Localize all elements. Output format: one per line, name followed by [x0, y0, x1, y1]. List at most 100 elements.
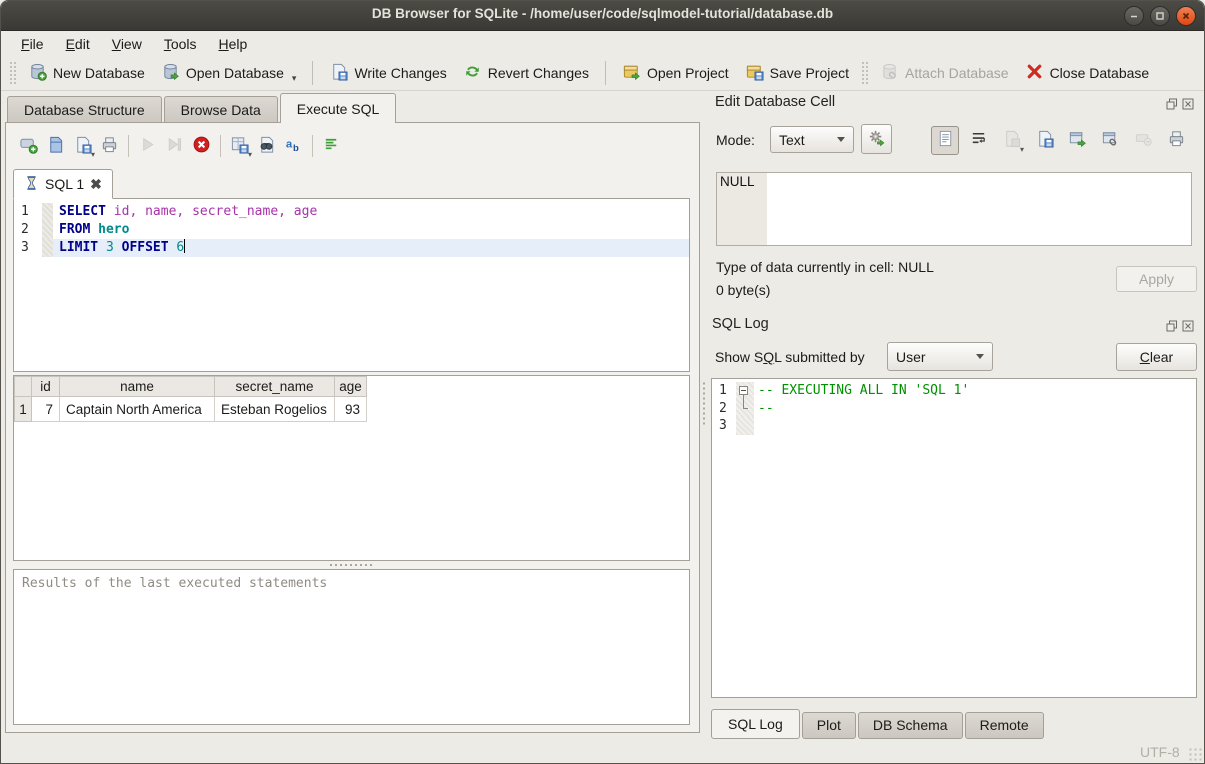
resize-grip[interactable]	[1188, 747, 1202, 761]
export-file-button[interactable]	[1030, 126, 1058, 155]
copy-link-button[interactable]	[1096, 126, 1124, 155]
column-header-id[interactable]: id	[32, 377, 60, 397]
sql-tab-close-icon[interactable]: ✖	[90, 176, 102, 193]
close-panel-icon[interactable]	[1182, 319, 1194, 335]
editor-line[interactable]: 3LIMIT 3 OFFSET 6	[14, 239, 689, 257]
word-wrap-button[interactable]	[964, 126, 992, 155]
sql-log-title: SQL Log	[712, 316, 769, 332]
editor-line[interactable]: 1SELECT id, name, secret_name, age	[14, 203, 689, 221]
minimize-button[interactable]	[1124, 6, 1144, 26]
revert-changes-icon	[463, 62, 482, 84]
save-sql-file-button[interactable]: ▾	[69, 133, 96, 160]
cell-editor-area[interactable]: NULL	[716, 172, 1192, 246]
dropdown-arrow-icon[interactable]: ▾	[292, 73, 297, 84]
dock-tab-remote[interactable]: Remote	[965, 712, 1044, 739]
toolbar-separator	[312, 135, 313, 157]
vertical-splitter[interactable]	[702, 381, 707, 425]
sql-code-editor[interactable]: 1SELECT id, name, secret_name, age2FROM …	[13, 198, 690, 372]
dropdown-arrow-icon[interactable]: ▾	[91, 150, 95, 159]
column-header-name[interactable]: name	[60, 377, 215, 397]
table-cell[interactable]: Esteban Rogelios	[215, 397, 335, 422]
horizontal-splitter[interactable]	[329, 562, 373, 567]
editor-line[interactable]: 2FROM hero	[14, 221, 689, 239]
titlebar[interactable]: DB Browser for SQLite - /home/user/code/…	[1, 1, 1204, 31]
text-mode-button[interactable]	[931, 126, 959, 155]
gear-apply-icon	[867, 128, 886, 150]
sql-log-dock-controls	[1166, 319, 1194, 335]
toolbar-separator	[128, 135, 129, 157]
new-database-button[interactable]: New Database	[20, 58, 153, 88]
open-external-icon	[1068, 129, 1087, 151]
sql-document-tab[interactable]: SQL 1 ✖	[13, 169, 113, 199]
dropdown-arrow-icon[interactable]: ▾	[248, 150, 252, 159]
table-header-row: idnamesecret_nameage	[15, 377, 367, 397]
close-database-button[interactable]: Close Database	[1017, 58, 1158, 88]
tab-execute-sql[interactable]: Execute SQL	[280, 93, 397, 123]
autocomplete-button[interactable]: ab	[280, 133, 307, 160]
open-project-button[interactable]: Open Project	[614, 58, 737, 88]
clear-log-button[interactable]: Clear	[1116, 343, 1197, 371]
tab-database-structure[interactable]: Database Structure	[7, 96, 162, 123]
find-replace-button[interactable]	[253, 133, 280, 160]
fold-margin	[42, 203, 53, 221]
save-project-button[interactable]: Save Project	[737, 58, 857, 88]
stop-execution-button[interactable]	[188, 133, 215, 160]
log-line[interactable]: 2--	[712, 400, 1196, 418]
menu-edit[interactable]: Edit	[56, 34, 100, 54]
table-cell[interactable]: 93	[335, 397, 367, 422]
mode-select[interactable]: Text	[770, 126, 854, 153]
collapse-icon[interactable]	[739, 386, 748, 395]
new-database-icon	[28, 62, 47, 84]
auto-apply-button[interactable]	[861, 124, 892, 154]
open-external-button[interactable]	[1063, 126, 1091, 155]
table-cell[interactable]: Captain North America	[60, 397, 215, 422]
menu-tools[interactable]: Tools	[154, 34, 207, 54]
toolbar-grip[interactable]	[861, 61, 868, 85]
toolbar-button-label: Attach Database	[905, 65, 1009, 81]
results-message-pane[interactable]: Results of the last executed statements	[13, 569, 690, 725]
tab-browse-data[interactable]: Browse Data	[164, 96, 278, 123]
results-table: idnamesecret_nameage17Captain North Amer…	[13, 375, 690, 561]
maximize-button[interactable]	[1150, 6, 1170, 26]
save-results-button[interactable]: ▾	[226, 133, 253, 160]
float-panel-icon[interactable]	[1166, 319, 1178, 335]
revert-changes-button[interactable]: Revert Changes	[455, 58, 597, 88]
open-database-button[interactable]: Open Database▾	[153, 58, 305, 88]
open-database-icon	[161, 62, 180, 84]
close-database-icon	[1025, 62, 1044, 84]
open-sql-file-button[interactable]	[42, 133, 69, 160]
table-row[interactable]: 17Captain North AmericaEsteban Rogelios9…	[15, 397, 367, 422]
log-filter-select[interactable]: User	[887, 342, 993, 371]
format-sql-button[interactable]	[318, 133, 345, 160]
table-cell[interactable]: 7	[32, 397, 60, 422]
toolbar-grip[interactable]	[9, 61, 16, 85]
cell-type-info: Type of data currently in cell: NULL	[716, 259, 934, 275]
log-line[interactable]: 1-- EXECUTING ALL IN 'SQL 1'	[712, 382, 1196, 400]
float-panel-icon[interactable]	[1166, 97, 1178, 113]
dropdown-arrow-icon[interactable]: ▾	[1020, 145, 1024, 154]
dock-tab-sql-log[interactable]: SQL Log	[711, 709, 800, 739]
row-number-cell[interactable]: 1	[15, 397, 32, 422]
write-changes-button[interactable]: Write Changes	[321, 58, 454, 88]
svg-text:b: b	[293, 143, 299, 154]
toolbar-button-label: Open Project	[647, 65, 729, 81]
log-line[interactable]: 3	[712, 417, 1196, 435]
dock-tab-db-schema[interactable]: DB Schema	[858, 712, 963, 739]
find-replace-icon	[257, 135, 276, 157]
print-button[interactable]	[96, 133, 123, 160]
menu-file[interactable]: File	[11, 34, 54, 54]
new-sql-tab-button[interactable]	[15, 133, 42, 160]
sql-log-view[interactable]: 1-- EXECUTING ALL IN 'SQL 1'2--3	[711, 378, 1197, 698]
print-cell-button[interactable]	[1162, 126, 1190, 155]
column-header-secret_name[interactable]: secret_name	[215, 377, 335, 397]
close-panel-icon[interactable]	[1182, 97, 1194, 113]
row-number-header	[15, 377, 32, 397]
column-header-age[interactable]: age	[335, 377, 367, 397]
dock-tab-plot[interactable]: Plot	[802, 712, 856, 739]
fold-margin	[736, 417, 754, 435]
close-button[interactable]	[1176, 6, 1196, 26]
bottom-dock-tab-bar: SQL LogPlotDB SchemaRemote	[711, 709, 1044, 739]
menu-view[interactable]: View	[102, 34, 152, 54]
menu-help[interactable]: Help	[209, 34, 258, 54]
save-results-icon	[230, 135, 249, 157]
